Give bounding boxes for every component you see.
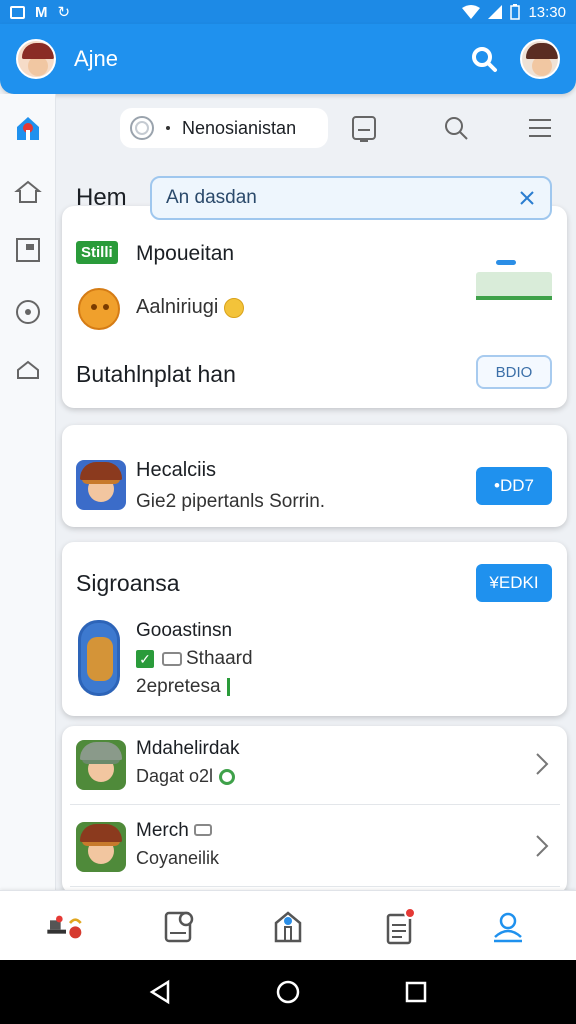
magnifier-icon[interactable] bbox=[442, 114, 470, 142]
chip-label: Nenosianistan bbox=[182, 117, 297, 138]
tag-icon bbox=[194, 824, 213, 836]
list-item[interactable]: Mdahelirdak Dagat o2l bbox=[62, 726, 567, 804]
cat-coin-icon bbox=[78, 288, 120, 330]
list-item-subtitle: Coyaneilik bbox=[136, 848, 220, 868]
section-heading: Hem bbox=[76, 184, 127, 211]
status-time: 13:30 bbox=[528, 3, 566, 21]
card-section-title: Butahlnplat han bbox=[76, 361, 236, 387]
search-input[interactable]: An dasdan bbox=[150, 176, 552, 220]
app-title: Ajne bbox=[74, 46, 119, 71]
sync-icon: ↻ bbox=[57, 4, 71, 21]
wifi-icon bbox=[462, 5, 481, 19]
featured-card: Stilli Mpoueitan Aalniriugi Butahlnplat … bbox=[62, 206, 567, 408]
clear-icon[interactable] bbox=[518, 189, 536, 207]
action-button[interactable]: •DD7 bbox=[476, 467, 552, 505]
tablet-icon[interactable] bbox=[350, 114, 378, 144]
card-subtitle: Aalniriugi bbox=[136, 296, 245, 319]
search-input-value: An dasdan bbox=[166, 187, 257, 208]
hero-card[interactable]: Hecalciis Gie2 pipertanls Sorrin. •DD7 bbox=[62, 425, 567, 527]
card-icon bbox=[162, 652, 182, 666]
image-icon[interactable] bbox=[14, 236, 42, 264]
side-rail bbox=[0, 94, 56, 894]
back-icon[interactable] bbox=[146, 978, 174, 1006]
battery-icon bbox=[510, 4, 521, 20]
profile-tab-icon[interactable] bbox=[488, 907, 528, 947]
status-bar: M ↻ 13:30 bbox=[0, 0, 576, 24]
card-title: Sigroansa bbox=[76, 570, 180, 596]
profile-avatar[interactable] bbox=[16, 39, 56, 79]
house-outline-icon[interactable] bbox=[14, 178, 42, 206]
system-navigation bbox=[0, 960, 576, 1024]
chevron-right-icon bbox=[536, 753, 549, 775]
detail-card: Sigroansa ¥EDKI Gooastinsn ✓ Sthaard 2ep… bbox=[62, 542, 567, 716]
signal-icon bbox=[488, 5, 503, 19]
clipboard-tab[interactable] bbox=[380, 907, 420, 947]
home-tab-icon[interactable] bbox=[268, 907, 308, 947]
menu-icon[interactable] bbox=[526, 114, 554, 142]
edit-button[interactable]: ¥EDKI bbox=[476, 564, 552, 602]
notification-icon bbox=[10, 5, 25, 19]
chevron-right-icon bbox=[536, 835, 549, 857]
search-icon[interactable] bbox=[470, 45, 498, 73]
divider bbox=[70, 804, 560, 805]
bubble-icon bbox=[130, 116, 154, 140]
list-item-title: Mdahelirdak bbox=[136, 738, 240, 759]
recents-icon[interactable] bbox=[402, 978, 430, 1006]
detail-name: Gooastinsn bbox=[136, 620, 233, 641]
tool-row: Nenosianistan bbox=[56, 100, 576, 160]
bottom-navigation bbox=[0, 890, 576, 960]
progress-meter bbox=[476, 260, 554, 304]
target-icon[interactable] bbox=[14, 298, 42, 326]
check-icon: ✓ bbox=[136, 650, 154, 668]
card-title: Mpoueitan bbox=[136, 242, 235, 265]
card-subtitle: Gie2 pipertanls Sorrin. bbox=[136, 491, 326, 512]
account-avatar[interactable] bbox=[520, 39, 560, 79]
games-tab-icon[interactable] bbox=[46, 907, 86, 947]
list-item[interactable]: Merch Coyaneilik bbox=[62, 808, 567, 886]
home-circle-icon[interactable] bbox=[274, 978, 302, 1006]
list-item-subtitle: Dagat o2l bbox=[136, 766, 236, 787]
detail-note: 2epretesa bbox=[136, 676, 230, 698]
recycle-icon bbox=[219, 769, 236, 786]
notification-badge bbox=[404, 907, 416, 919]
app-bar: Ajne bbox=[0, 24, 576, 94]
gallery-icon: M bbox=[35, 3, 48, 21]
detail-status: ✓ Sthaard bbox=[136, 648, 253, 670]
character-thumbnail bbox=[76, 460, 126, 510]
character-thumbnail bbox=[76, 822, 126, 872]
list-item-title: Merch bbox=[136, 820, 216, 842]
list-card: Mdahelirdak Dagat o2l Merch Coyaneilik bbox=[62, 726, 567, 894]
outline-button[interactable]: BDIO bbox=[476, 355, 552, 389]
location-chip[interactable]: Nenosianistan bbox=[120, 108, 328, 148]
status-badge: Stilli bbox=[76, 241, 118, 264]
divider bbox=[70, 886, 560, 887]
character-thumbnail bbox=[76, 740, 126, 790]
card-title: Hecalciis bbox=[136, 459, 217, 481]
camera-tab-icon[interactable] bbox=[160, 907, 200, 947]
character-portrait bbox=[78, 620, 120, 696]
smile-icon bbox=[224, 297, 245, 318]
home-icon[interactable] bbox=[14, 114, 42, 142]
cloud-icon[interactable] bbox=[14, 358, 42, 386]
